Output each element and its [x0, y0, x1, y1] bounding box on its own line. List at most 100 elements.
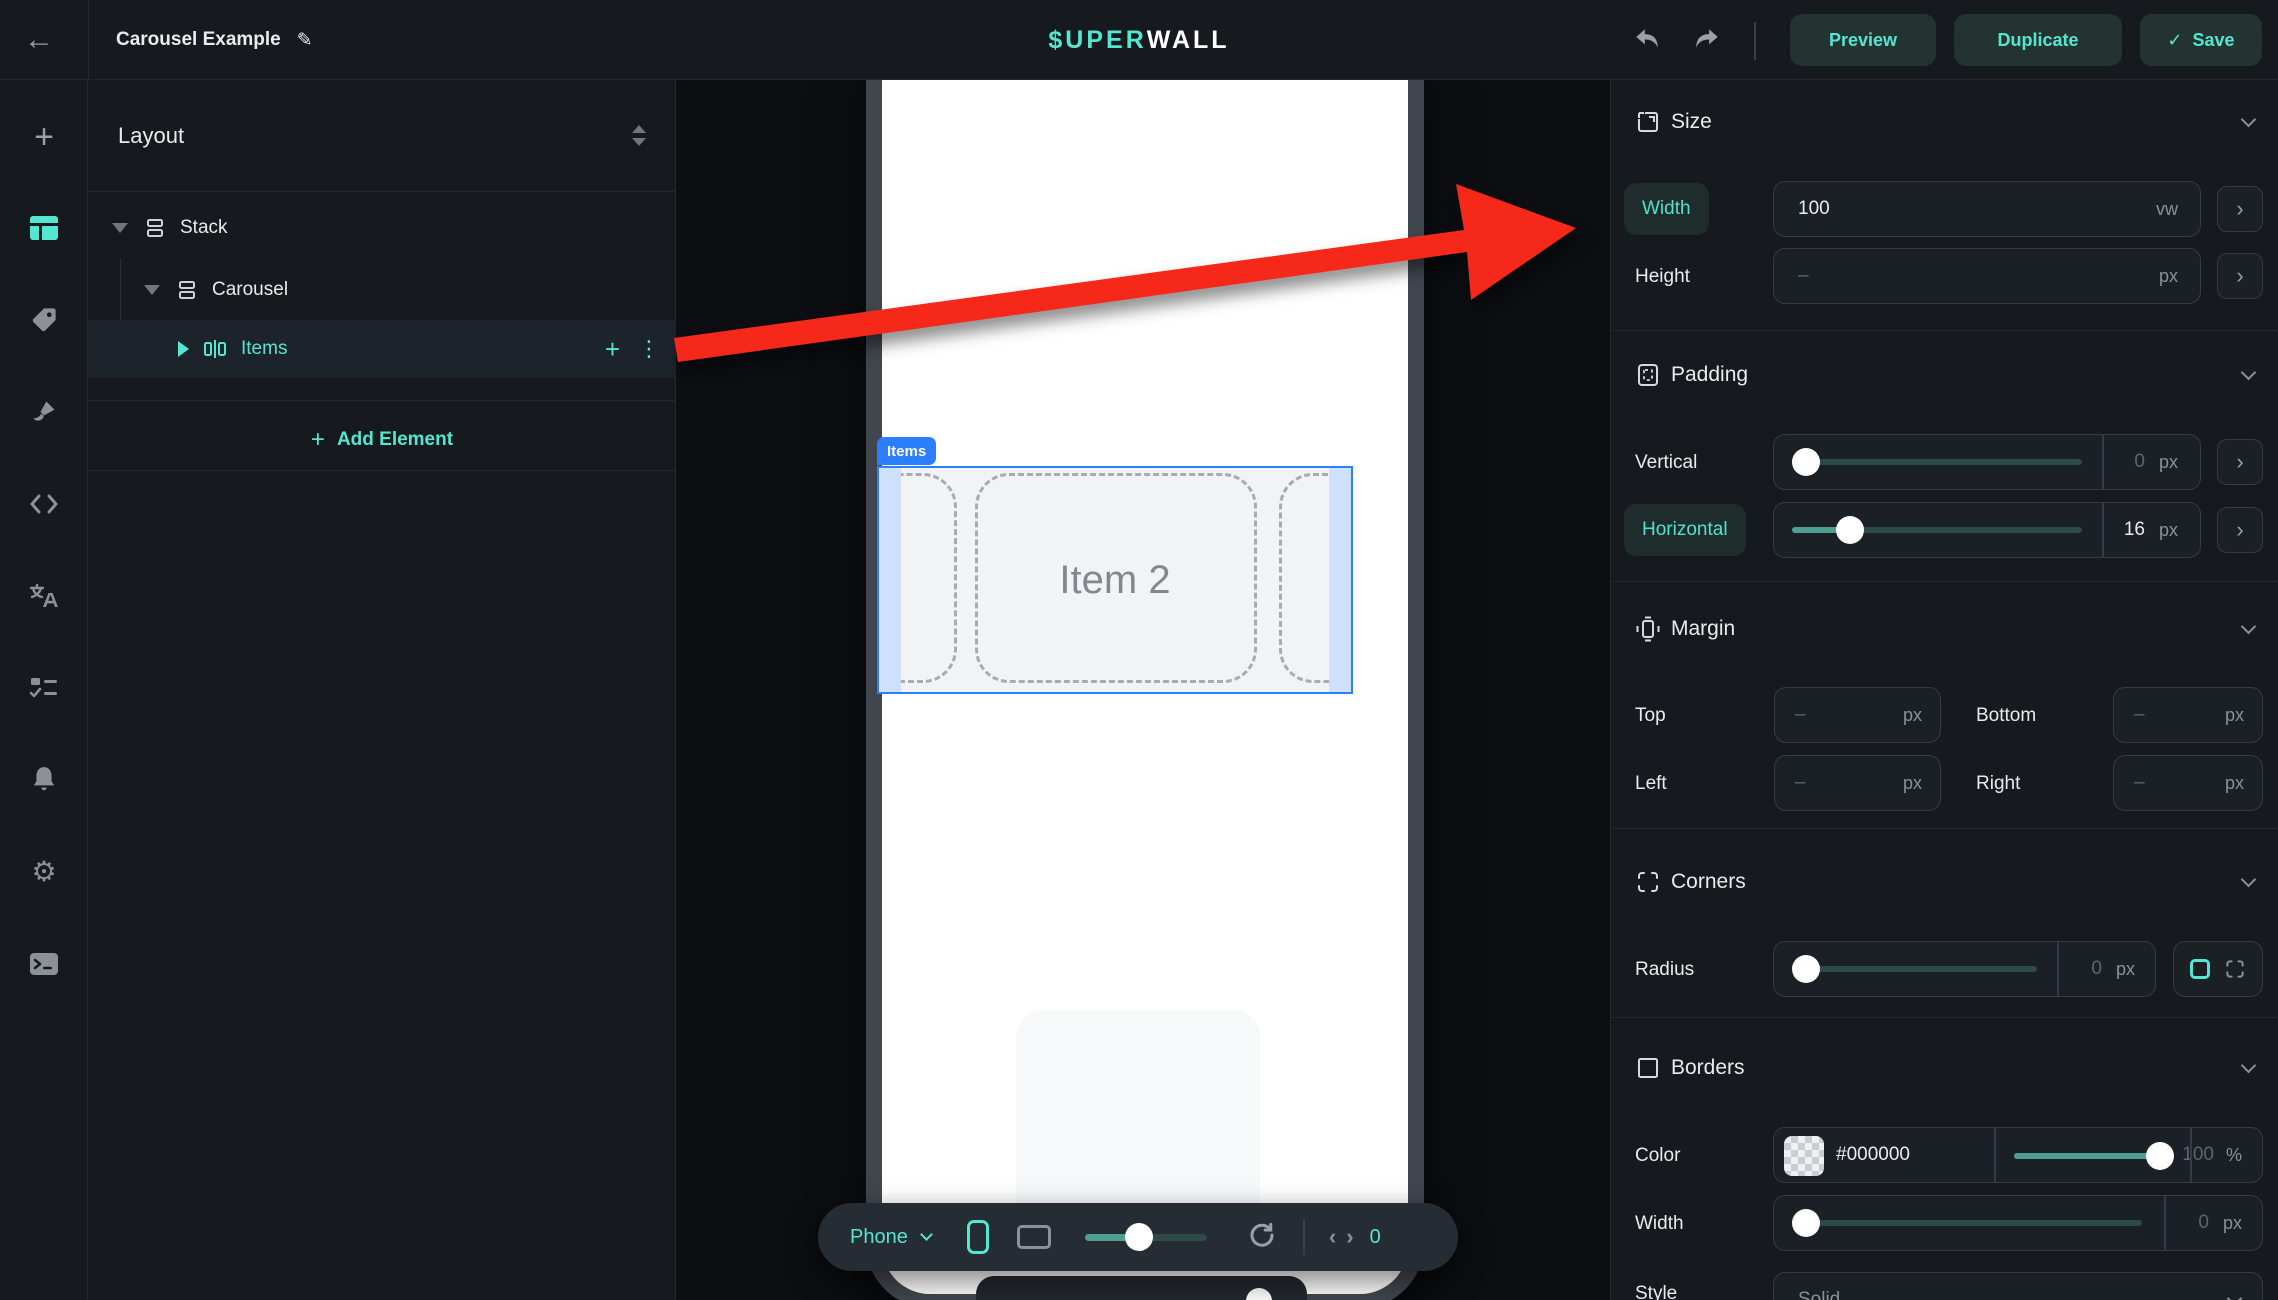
chevron-down-icon[interactable]	[2241, 872, 2257, 888]
terminal-icon[interactable]	[0, 936, 88, 992]
radius-value: 0	[2091, 958, 2102, 980]
padding-vertical-slider[interactable]	[1792, 448, 2082, 476]
margin-right-label: Right	[1976, 773, 2020, 795]
sort-icon[interactable]	[632, 125, 646, 146]
padding-vertical-detail-button[interactable]: ›	[2217, 439, 2263, 485]
save-button-label: Save	[2193, 30, 2235, 51]
margin-left-input[interactable]: – px	[1774, 755, 1941, 811]
gear-icon[interactable]: ⚙	[0, 844, 88, 900]
document-title-group: Carousel Example ✎	[116, 0, 313, 80]
border-width-slider[interactable]	[1792, 1209, 2142, 1237]
corners-section-title: Corners	[1671, 870, 1746, 894]
margin-bottom-input[interactable]: – px	[2113, 687, 2263, 743]
selection-badge: Items	[877, 437, 936, 465]
icon-rail: + ⚙	[0, 80, 88, 1300]
add-element-button[interactable]: + Add Element	[88, 410, 676, 470]
width-input[interactable]: 100 vw	[1773, 181, 2201, 237]
landscape-orientation-icon[interactable]	[1017, 1225, 1051, 1249]
radius-slider[interactable]	[1792, 955, 2037, 983]
caret-down-icon[interactable]	[112, 223, 128, 233]
zoom-slider-thumb[interactable]	[1125, 1223, 1153, 1251]
translate-icon[interactable]	[0, 568, 88, 624]
tree-row-items[interactable]: Items + ⋮	[88, 320, 676, 378]
stack-icon	[176, 279, 198, 301]
checklist-icon[interactable]	[0, 660, 88, 716]
per-corner-radius-icon[interactable]	[2224, 958, 2246, 980]
redo-button[interactable]	[1684, 16, 1730, 62]
padding-horizontal-control[interactable]: 16 px	[1773, 502, 2201, 558]
canvas: Items Item 2 Phone	[676, 80, 1610, 1300]
page-title: Carousel Example	[116, 29, 281, 51]
zoom-slider[interactable]	[1085, 1223, 1207, 1251]
brush-icon[interactable]	[0, 384, 88, 440]
radius-label: Radius	[1635, 959, 1694, 981]
kebab-menu-icon[interactable]: ⋮	[638, 336, 660, 362]
superwall-editor: Items Item 2 Phone	[0, 0, 2278, 1300]
superwall-logo: $UPERWALL	[0, 0, 2278, 80]
margin-section-header[interactable]: Margin	[1611, 607, 2278, 651]
margin-right-input[interactable]: – px	[2113, 755, 2263, 811]
border-color-control[interactable]: #000000 100 %	[1773, 1127, 2263, 1183]
border-opacity-slider[interactable]	[2014, 1142, 2174, 1170]
margin-bottom-label: Bottom	[1976, 705, 2036, 727]
preview-button[interactable]: Preview	[1790, 14, 1936, 66]
horizontal-label-pill[interactable]: Horizontal	[1624, 504, 1746, 556]
add-child-icon[interactable]: +	[605, 334, 620, 365]
add-icon[interactable]: +	[0, 109, 88, 165]
radius-control[interactable]: 0 px	[1773, 941, 2156, 997]
carousel-selection[interactable]: Item 2	[877, 466, 1353, 694]
margin-top-input[interactable]: – px	[1774, 687, 1941, 743]
corners-icon	[1635, 869, 1661, 895]
chevron-down-icon[interactable]	[2241, 1058, 2257, 1074]
bell-icon[interactable]	[0, 752, 88, 808]
carousel-item-label: Item 2	[879, 468, 1351, 692]
corners-section-header[interactable]: Corners	[1611, 860, 2278, 904]
undo-button[interactable]	[1624, 16, 1670, 62]
margin-top-unit: px	[1903, 705, 1922, 726]
topbar-divider	[88, 0, 89, 80]
duplicate-button[interactable]: Duplicate	[1954, 14, 2122, 66]
portrait-orientation-icon[interactable]	[967, 1220, 989, 1254]
save-button[interactable]: ✓ Save	[2140, 14, 2262, 66]
border-style-select[interactable]: Solid	[1773, 1272, 2263, 1300]
caret-down-icon[interactable]	[144, 285, 160, 295]
edit-title-icon[interactable]: ✎	[297, 29, 313, 52]
height-input[interactable]: – px	[1773, 248, 2201, 304]
back-button[interactable]: ←	[16, 18, 62, 62]
padding-horizontal-slider[interactable]	[1792, 516, 2082, 544]
control-divider	[2057, 942, 2059, 996]
radius-unit: px	[2116, 959, 2135, 980]
border-width-control[interactable]: 0 px	[1773, 1195, 2263, 1251]
stack-icon	[144, 217, 166, 239]
border-width-label: Width	[1635, 1213, 1684, 1235]
tree-row-carousel[interactable]: Carousel	[88, 261, 676, 319]
device-select[interactable]: Phone	[850, 1226, 931, 1249]
uniform-radius-icon[interactable]	[2190, 959, 2210, 979]
plus-icon: +	[311, 426, 325, 454]
borders-section-header[interactable]: Borders	[1611, 1046, 2278, 1090]
height-detail-button[interactable]: ›	[2217, 253, 2263, 299]
size-section-header[interactable]: Size	[1611, 100, 2278, 144]
padding-vertical-value: 0	[2134, 451, 2145, 473]
width-detail-button[interactable]: ›	[2217, 186, 2263, 232]
refresh-icon[interactable]	[1247, 1220, 1277, 1255]
width-label-pill[interactable]: Width	[1624, 183, 1709, 235]
chevron-down-icon[interactable]	[2241, 112, 2257, 128]
caret-right-icon[interactable]	[178, 341, 189, 357]
padding-horizontal-value: 16	[2124, 519, 2145, 541]
color-swatch[interactable]	[1784, 1136, 1824, 1176]
corner-mode-toggle	[2173, 941, 2263, 997]
selection-badge-label: Items	[887, 443, 926, 460]
layout-tab-icon[interactable]	[0, 200, 88, 256]
border-style-value: Solid	[1798, 1289, 1840, 1300]
padding-vertical-control[interactable]: 0 px	[1773, 434, 2201, 490]
tree-row-stack[interactable]: Stack	[88, 199, 676, 257]
padding-section-header[interactable]: Padding	[1611, 353, 2278, 397]
chevron-down-icon[interactable]	[2241, 619, 2257, 635]
padding-horizontal-detail-button[interactable]: ›	[2217, 507, 2263, 553]
chevron-down-icon[interactable]	[2241, 365, 2257, 381]
code-view-icon[interactable]: ‹ ›	[1329, 1224, 1356, 1250]
tree-row-actions: + ⋮	[605, 320, 660, 378]
tag-icon[interactable]	[0, 292, 88, 348]
code-tab-icon[interactable]	[0, 476, 88, 532]
